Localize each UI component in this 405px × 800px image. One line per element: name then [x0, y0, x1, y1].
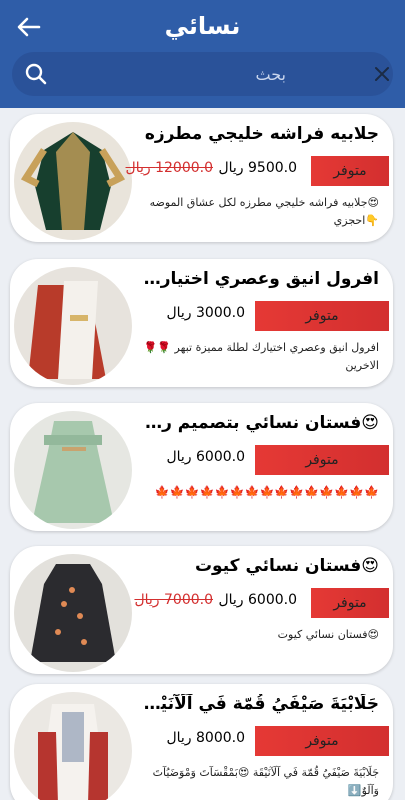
product-price: 3000.0 ريال — [166, 305, 245, 321]
product-card[interactable]: جلابيه فراشه خليجي مطرزه متوفر 9500.0 ري… — [10, 114, 393, 242]
old-price: 7000.0 ريال — [134, 592, 213, 608]
product-card[interactable]: افرول انيق وعصري اختيارك لطلة ... متوفر … — [10, 259, 393, 387]
product-image — [14, 122, 132, 240]
search-bar[interactable] — [12, 52, 393, 96]
product-image — [14, 554, 132, 672]
product-title: 😍فستان نسائي كيوت — [194, 556, 379, 576]
product-description: 😍فستان نسائي كيوت — [277, 628, 379, 641]
availability-badge: متوفر — [255, 726, 389, 756]
product-price: 6000.0 ريال — [218, 592, 297, 608]
product-card[interactable]: 😍فستان نسائي كيوت متوفر 6000.0 ريال 7000… — [10, 546, 393, 674]
availability-badge: متوفر — [255, 301, 389, 331]
page-title: نسائي — [164, 12, 241, 40]
product-title: 😍فستان نسائي بتصميم رهيبيب — [139, 413, 379, 433]
product-price: 8000.0 ريال — [166, 730, 245, 746]
product-title: جلابيه فراشه خليجي مطرزه — [144, 124, 379, 144]
product-image — [14, 267, 132, 385]
product-description: جَلَابْيَةَ صَيْفَيُ قُمّة فَي آلَآنَيْق… — [152, 766, 379, 797]
old-price: 12000.0 ريال — [125, 160, 213, 176]
product-description: 🍁🍁🍁🍁🍁🍁🍁🍁🍁🍁🍁🍁🍁🍁🍁 — [154, 485, 379, 499]
search-input[interactable] — [12, 52, 342, 96]
availability-badge: متوفر — [311, 156, 389, 186]
product-card[interactable]: جَلَابْيَةَ صَيْفَيُ قُمّة فَي آلَآنَيْق… — [10, 684, 393, 800]
availability-badge: متوفر — [255, 445, 389, 475]
product-title: جَلَابْيَةَ صَيْفَيُ قُمّة فَي آلَآنَيْق… — [139, 694, 379, 714]
product-price: 9500.0 ريال — [218, 160, 297, 176]
app-header: نسائي — [0, 0, 405, 108]
product-description: 😍جلابيه فراشه خليجي مطرزه لكل عشاق الموض… — [149, 196, 379, 227]
product-list[interactable]: جلابيه فراشه خليجي مطرزه متوفر 9500.0 ري… — [0, 108, 405, 800]
product-title: افرول انيق وعصري اختيارك لطلة ... — [139, 269, 379, 289]
availability-badge: متوفر — [311, 588, 389, 618]
product-image — [14, 411, 132, 529]
product-card[interactable]: 😍فستان نسائي بتصميم رهيبيب متوفر 6000.0 … — [10, 403, 393, 531]
product-description: افرول انيق وعصري اختيارك لطلة مميزة تبهر… — [143, 341, 379, 372]
product-price: 6000.0 ريال — [166, 449, 245, 465]
product-image — [14, 692, 132, 800]
close-icon[interactable] — [372, 64, 392, 84]
search-icon[interactable] — [24, 62, 48, 86]
